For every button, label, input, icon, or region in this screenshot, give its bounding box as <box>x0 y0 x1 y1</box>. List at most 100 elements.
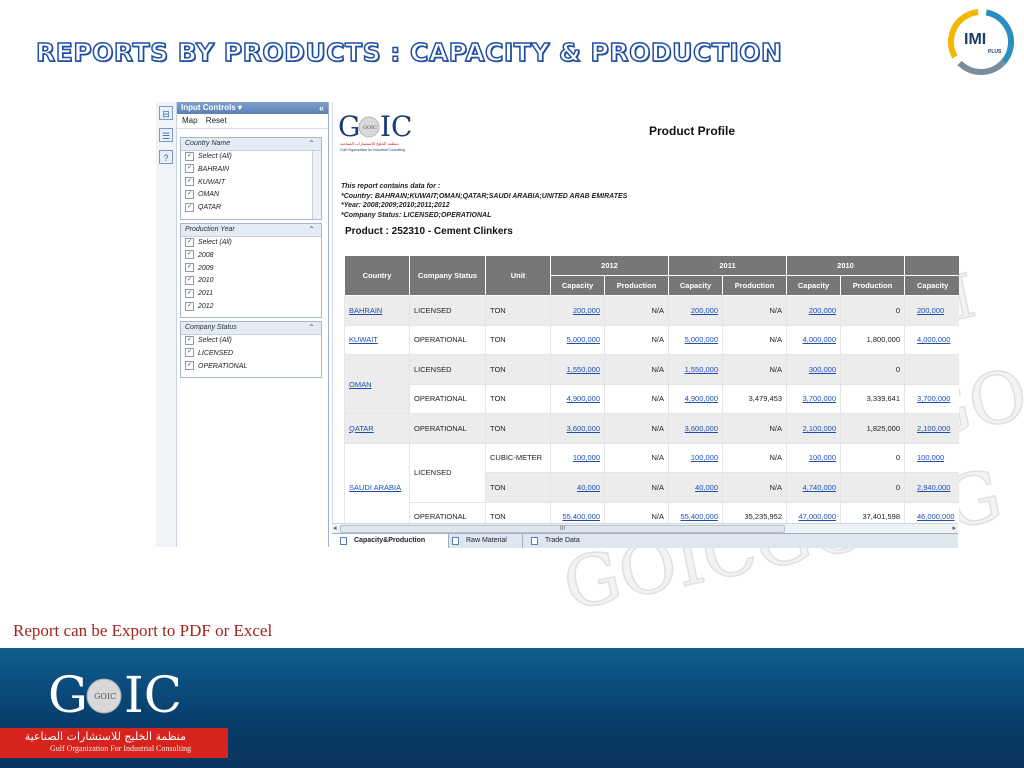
capacity-link[interactable]: 200,000 <box>550 295 605 326</box>
capacity-link[interactable]: 4,000,000 <box>904 324 959 355</box>
filter-option[interactable]: ✓ Select (All) <box>181 237 321 250</box>
capacity-link[interactable]: 100,000 <box>786 442 841 473</box>
country-link[interactable]: OMAN <box>344 354 410 414</box>
filter-option[interactable]: ✓ Select (All) <box>181 335 321 348</box>
year-header[interactable]: 2012 <box>550 255 669 276</box>
country-link[interactable]: QATAR <box>344 413 410 444</box>
collapse-icon[interactable]: « <box>319 102 324 114</box>
capacity-link[interactable]: 40,000 <box>550 472 605 503</box>
company-status-filter-header[interactable]: Company Status ⌃ <box>181 322 321 335</box>
capacity-link[interactable]: 100,000 <box>550 442 605 473</box>
capacity-link[interactable]: 5,000,000 <box>550 324 605 355</box>
filter-option[interactable]: ✓ KUWAIT <box>181 177 321 190</box>
imi-logo-text: IMI <box>964 31 986 48</box>
tab-raw-material[interactable]: Raw Material <box>444 534 526 548</box>
col-header-production[interactable]: Production <box>840 275 905 296</box>
production-year-filter-header[interactable]: Production Year ⌃ <box>181 224 321 237</box>
checkbox-checked-icon[interactable]: ✓ <box>185 164 194 174</box>
filter-scrollbar[interactable] <box>312 151 321 219</box>
col-header-capacity[interactable]: Capacity <box>550 275 605 296</box>
capacity-link[interactable]: 3,600,000 <box>550 413 605 444</box>
map-link[interactable]: Map <box>182 116 198 125</box>
filter-option[interactable]: ✓ BAHRAIN <box>181 164 321 177</box>
data-tree-icon[interactable]: ⊟ <box>159 106 173 120</box>
capacity-link[interactable]: 1,550,000 <box>668 354 723 385</box>
col-header-capacity[interactable]: Capacity <box>668 275 723 296</box>
col-header-status[interactable]: Company Status <box>409 255 486 296</box>
help-icon[interactable]: ? <box>159 150 173 164</box>
input-controls-icon[interactable]: ☰ <box>159 128 173 142</box>
capacity-link[interactable]: 4,900,000 <box>550 383 605 414</box>
capacity-link[interactable]: 40,000 <box>668 472 723 503</box>
collapse-up-icon[interactable]: ⌃ <box>308 138 315 150</box>
checkbox-checked-icon[interactable]: ✓ <box>185 276 194 286</box>
filter-option[interactable]: ✓ OMAN <box>181 189 321 202</box>
col-header-capacity[interactable]: Capacity <box>904 275 959 296</box>
capacity-link[interactable]: 100,000 <box>904 442 959 473</box>
capacity-link[interactable]: 300,000 <box>786 354 841 385</box>
option-label: Select (All) <box>198 239 232 246</box>
capacity-link[interactable]: 1,550,000 <box>550 354 605 385</box>
checkbox-checked-icon[interactable]: ✓ <box>185 151 194 161</box>
reset-link[interactable]: Reset <box>206 116 227 125</box>
capacity-link[interactable]: 3,700,000 <box>904 383 959 414</box>
filter-option[interactable]: ✓ LICENSED <box>181 348 321 361</box>
scroll-left-icon[interactable]: ◂ <box>333 524 337 532</box>
capacity-link[interactable]: 100,000 <box>668 442 723 473</box>
filter-option[interactable]: ✓ 2008 <box>181 250 321 263</box>
capacity-link[interactable]: 200,000 <box>904 295 959 326</box>
input-controls-header[interactable]: Input Controls ▾ « <box>177 102 328 114</box>
capacity-link[interactable]: 2,100,000 <box>904 413 959 444</box>
report-viewer: ⊟ ☰ ? Input Controls ▾ « Map Reset Count… <box>156 102 959 548</box>
country-name-filter-header[interactable]: Country Name ⌃ <box>181 138 321 151</box>
checkbox-checked-icon[interactable]: ✓ <box>185 335 194 345</box>
capacity-link[interactable] <box>904 354 959 385</box>
tab-capacity-production[interactable]: Capacity&Production <box>332 534 449 548</box>
capacity-link[interactable]: 3,600,000 <box>668 413 723 444</box>
tab-trade-data[interactable]: Trade Data <box>522 534 605 548</box>
collapse-up-icon[interactable]: ⌃ <box>308 322 315 334</box>
col-header-unit[interactable]: Unit <box>485 255 551 296</box>
checkbox-checked-icon[interactable]: ✓ <box>185 348 194 358</box>
checkbox-checked-icon[interactable]: ✓ <box>185 190 194 200</box>
dropdown-arrow-icon[interactable]: ▾ <box>238 103 242 112</box>
filter-option[interactable]: ✓ 2011 <box>181 288 321 301</box>
country-link[interactable]: KUWAIT <box>344 324 410 355</box>
scroll-right-icon[interactable]: ▸ <box>952 524 956 532</box>
checkbox-checked-icon[interactable]: ✓ <box>185 202 194 212</box>
capacity-link[interactable]: 4,900,000 <box>668 383 723 414</box>
checkbox-checked-icon[interactable]: ✓ <box>185 250 194 260</box>
country-link[interactable]: BAHRAIN <box>344 295 410 326</box>
col-header-country[interactable]: Country <box>344 255 410 296</box>
capacity-link[interactable]: 200,000 <box>668 295 723 326</box>
checkbox-checked-icon[interactable]: ✓ <box>185 177 194 187</box>
capacity-link[interactable]: 5,000,000 <box>668 324 723 355</box>
checkbox-checked-icon[interactable]: ✓ <box>185 237 194 247</box>
collapse-up-icon[interactable]: ⌃ <box>308 224 315 236</box>
capacity-link[interactable]: 200,000 <box>786 295 841 326</box>
filter-option[interactable]: ✓ 2010 <box>181 275 321 288</box>
checkbox-checked-icon[interactable]: ✓ <box>185 301 194 311</box>
capacity-link[interactable]: 3,700,000 <box>786 383 841 414</box>
filter-option[interactable]: ✓ OPERATIONAL <box>181 361 321 374</box>
capacity-link[interactable]: 4,740,000 <box>786 472 841 503</box>
checkbox-checked-icon[interactable]: ✓ <box>185 288 194 298</box>
scrollbar-thumb[interactable]: III <box>340 525 785 533</box>
checkbox-checked-icon[interactable]: ✓ <box>185 361 194 371</box>
filter-option[interactable]: ✓ QATAR <box>181 202 321 215</box>
checkbox-checked-icon[interactable]: ✓ <box>185 263 194 273</box>
capacity-link[interactable]: 2,100,000 <box>786 413 841 444</box>
capacity-link[interactable]: 2,940,000 <box>904 472 959 503</box>
horizontal-scrollbar[interactable]: ◂ III ▸ <box>332 523 958 533</box>
country-link[interactable]: SAUDI ARABIA <box>344 442 410 532</box>
col-header-production[interactable]: Production <box>604 275 669 296</box>
col-header-capacity[interactable]: Capacity <box>786 275 841 296</box>
year-header[interactable]: 2010 <box>786 255 905 276</box>
filter-option[interactable]: ✓ 2009 <box>181 263 321 276</box>
capacity-link[interactable]: 4,000,000 <box>786 324 841 355</box>
filter-option[interactable]: ✓ 2012 <box>181 301 321 314</box>
filter-option[interactable]: ✓ Select (All) <box>181 151 321 164</box>
year-header[interactable]: 2011 <box>668 255 787 276</box>
year-header[interactable]: 2 <box>904 255 959 276</box>
col-header-production[interactable]: Production <box>722 275 787 296</box>
